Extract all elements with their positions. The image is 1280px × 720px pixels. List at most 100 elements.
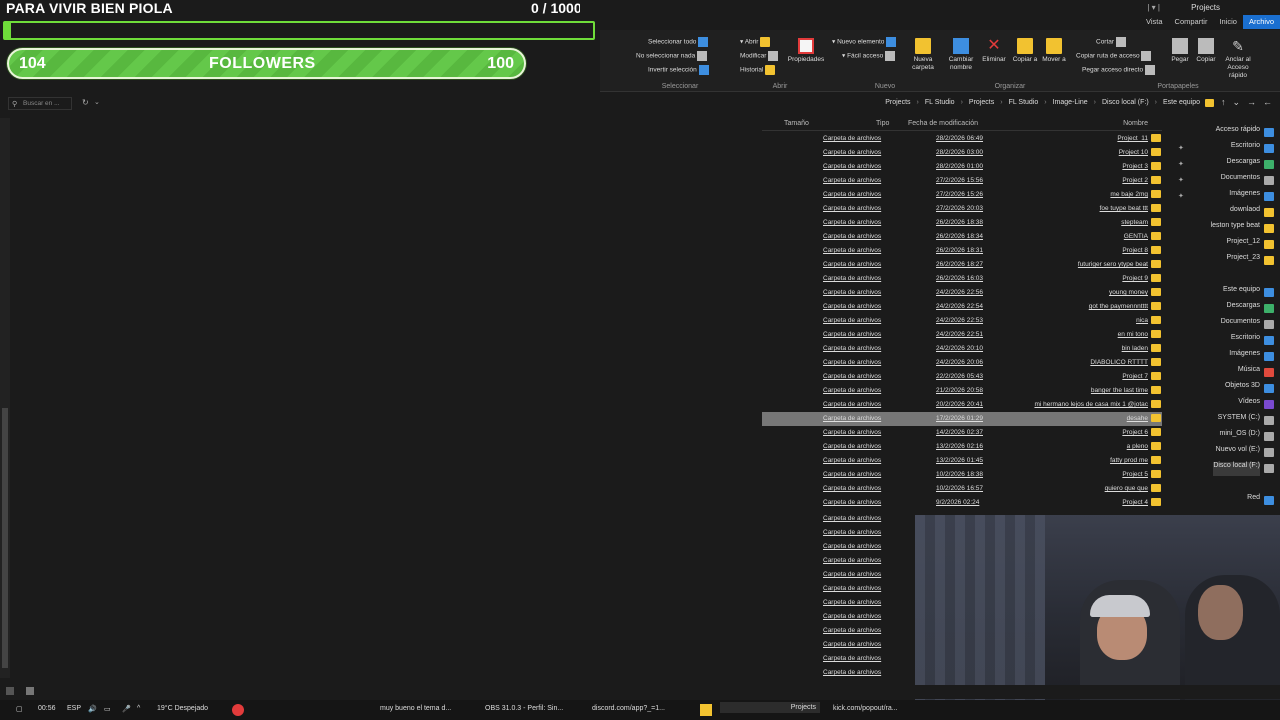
recent-chevron-icon[interactable]: ⌄ — [1232, 97, 1240, 108]
volume-icon[interactable]: 🔊 — [88, 705, 97, 713]
taskbar-item-discord[interactable]: discord.com/app?_=1... — [592, 705, 665, 712]
copy-to-button[interactable]: Copiar a — [1011, 38, 1039, 64]
nav-item[interactable]: Imágenes — [1229, 190, 1274, 204]
nav-item[interactable]: Escritorio — [1231, 334, 1274, 348]
nav-item[interactable]: Nuevo vol (E:) — [1216, 446, 1274, 460]
search-input[interactable]: ⚲ Buscar en ... — [8, 97, 72, 110]
file-row[interactable]: a pleno 13/2/2026 02:16 Carpeta de archivo… — [762, 440, 1162, 454]
history-button[interactable]: Historial — [740, 65, 776, 75]
pin-quick-access-button[interactable]: ✎ Anclar al Acceso rápido — [1220, 38, 1256, 80]
file-name[interactable]: a pleno — [1127, 443, 1148, 450]
pin-icon[interactable]: ✦ — [1178, 160, 1184, 168]
file-row[interactable]: Project 2 27/2/2026 15:56 Carpeta de archi… — [762, 174, 1162, 188]
column-type[interactable]: Tipo — [876, 120, 889, 127]
nav-item[interactable]: Este equipo — [1223, 286, 1274, 300]
pin-icon[interactable]: ✦ — [1178, 176, 1184, 184]
file-row[interactable]: Project 3 28/2/2026 01:00 Carpeta de archi… — [762, 160, 1162, 174]
clock[interactable]: 00:56 — [38, 705, 56, 712]
file-row[interactable]: Project 6 14/2/2026 02:37 Carpeta de archi… — [762, 426, 1162, 440]
nav-item[interactable]: Descargas — [1227, 158, 1274, 172]
taskbar-item-obs[interactable]: OBS 31.0.3 - Perfil: Sin... — [485, 705, 563, 712]
file-row[interactable]: Project 4 9/2/2026 02:24 Carpeta de archiv… — [762, 496, 1162, 510]
copy-button[interactable]: Copiar — [1194, 38, 1218, 64]
nav-item[interactable]: downlaod — [1230, 206, 1274, 220]
file-name[interactable]: foe tuype beat ttt — [1100, 205, 1148, 212]
file-row[interactable]: got the paymennntttt 24/2/2026 22:54 Carpe… — [762, 300, 1162, 314]
breadcrumb-item[interactable]: Projects — [885, 99, 910, 106]
file-row[interactable]: futuriger sero ytype beat 26/2/2026 18:27… — [762, 258, 1162, 272]
pin-icon[interactable]: ✦ — [1178, 192, 1184, 200]
file-name[interactable]: DIABOLICO RTTTT — [1090, 359, 1148, 366]
open-button[interactable]: ▾ Abrir — [740, 37, 771, 47]
file-row[interactable]: Project 8 26/2/2026 18:31 Carpeta de archi… — [762, 244, 1162, 258]
file-name[interactable]: desahe — [1127, 415, 1148, 422]
new-item-button[interactable]: ▾ Nuevo elemento — [832, 37, 897, 47]
file-explorer-icon[interactable] — [700, 704, 712, 716]
file-row[interactable]: quiero que que 10/2/2026 16:57 Carpeta de … — [762, 482, 1162, 496]
tab-compartir[interactable]: Compartir — [1169, 15, 1214, 29]
chevron-down-icon[interactable]: ⌄ — [94, 98, 100, 106]
rename-button[interactable]: Cambiar nombre — [945, 38, 977, 72]
file-name[interactable]: en mi tono — [1118, 331, 1148, 338]
file-row[interactable]: GENTIA 26/2/2026 18:34 Carpeta de archivos — [762, 230, 1162, 244]
breadcrumb-item[interactable]: Este equipo — [1163, 99, 1200, 106]
file-name[interactable]: Project 5 — [1122, 471, 1148, 478]
up-arrow-icon[interactable]: ↑ — [1221, 97, 1226, 108]
file-name[interactable]: bin laden — [1122, 345, 1148, 352]
cut-button[interactable]: Cortar — [1096, 37, 1126, 47]
nav-item[interactable]: Objetos 3D — [1225, 382, 1274, 396]
microphone-icon[interactable]: 🎤 — [122, 705, 131, 713]
nav-item[interactable]: SYSTEM (C:) — [1218, 414, 1274, 428]
file-row[interactable]: stepteam 26/2/2026 18:38 Carpeta de archiv… — [762, 216, 1162, 230]
nav-item[interactable]: Vídeos — [1238, 398, 1274, 412]
nav-item[interactable]: Escritorio — [1231, 142, 1274, 156]
tab-archivo[interactable]: Archivo — [1242, 15, 1280, 29]
taskbar-item-projects[interactable]: Projects — [720, 702, 820, 713]
refresh-icon[interactable]: ↻ — [82, 98, 89, 107]
file-row[interactable]: me baje 2mg 27/2/2026 15:26 Carpeta de arc… — [762, 188, 1162, 202]
taskbar-item-kick[interactable]: kick.com/popout/ra... — [833, 705, 898, 712]
file-name[interactable]: Project 2 — [1122, 177, 1148, 184]
delete-button[interactable]: ✕ Eliminar — [978, 38, 1010, 64]
tab-vista[interactable]: Vista — [1140, 15, 1169, 29]
select-all-button[interactable]: Seleccionar todo — [648, 37, 709, 47]
file-name[interactable]: Project 6 — [1122, 429, 1148, 436]
paste-button[interactable]: Pegar — [1168, 38, 1192, 64]
nav-item[interactable]: mini_OS (D:) — [1220, 430, 1274, 444]
large-icons-view-icon[interactable] — [26, 687, 34, 695]
file-name[interactable]: Project 4 — [1122, 499, 1148, 506]
nav-item[interactable]: Acceso rápido — [1216, 126, 1274, 140]
nav-item[interactable]: Descargas — [1227, 302, 1274, 316]
file-row[interactable]: Project 5 10/2/2026 18:38 Carpeta de archi… — [762, 468, 1162, 482]
network-icon[interactable]: ▭ — [104, 705, 111, 713]
file-name[interactable]: Project 7 — [1122, 373, 1148, 380]
file-name[interactable]: futuriger sero ytype beat — [1078, 261, 1148, 268]
properties-button[interactable]: Propiedades — [787, 38, 825, 64]
file-row[interactable]: mi hermano lejos de casa mix 1 @jotac 20/… — [762, 398, 1162, 412]
nav-item[interactable]: Red — [1247, 494, 1274, 508]
nav-item[interactable]: Documentos — [1221, 318, 1274, 332]
nav-item[interactable]: Imágenes — [1229, 350, 1274, 364]
tab-inicio[interactable]: Inicio — [1213, 15, 1243, 29]
file-name[interactable]: Project 8 — [1122, 247, 1148, 254]
weather-widget[interactable]: 19°C Despejado — [157, 705, 208, 712]
file-name[interactable]: GENTIA — [1124, 233, 1148, 240]
language-indicator[interactable]: ESP — [67, 705, 81, 712]
nav-item[interactable]: leston type beat — [1211, 222, 1274, 236]
nav-item[interactable]: Project_23 — [1227, 254, 1274, 268]
file-name[interactable]: fatty prod me — [1110, 457, 1148, 464]
nav-item[interactable]: Project_12 — [1227, 238, 1274, 252]
file-name[interactable]: Project 10 — [1119, 149, 1148, 156]
breadcrumb-item[interactable]: Image-Line — [1053, 99, 1088, 106]
file-name[interactable]: young money — [1109, 289, 1148, 296]
notification-icon[interactable]: ▢ — [16, 705, 23, 713]
file-row[interactable]: Project_11 28/2/2026 06:49 Carpeta de arch… — [762, 132, 1162, 146]
scrollbar-thumb[interactable] — [2, 408, 8, 668]
column-size[interactable]: Tamaño — [784, 120, 809, 127]
vertical-scrollbar[interactable] — [0, 118, 10, 678]
file-row[interactable]: DIABOLICO RTTTT 24/2/2026 20:06 Carpeta de… — [762, 356, 1162, 370]
file-name[interactable]: quiero que que — [1105, 485, 1148, 492]
file-name[interactable]: stepteam — [1121, 219, 1148, 226]
select-none-button[interactable]: No seleccionar nada — [636, 51, 708, 61]
column-date[interactable]: Fecha de modificación — [908, 120, 978, 127]
